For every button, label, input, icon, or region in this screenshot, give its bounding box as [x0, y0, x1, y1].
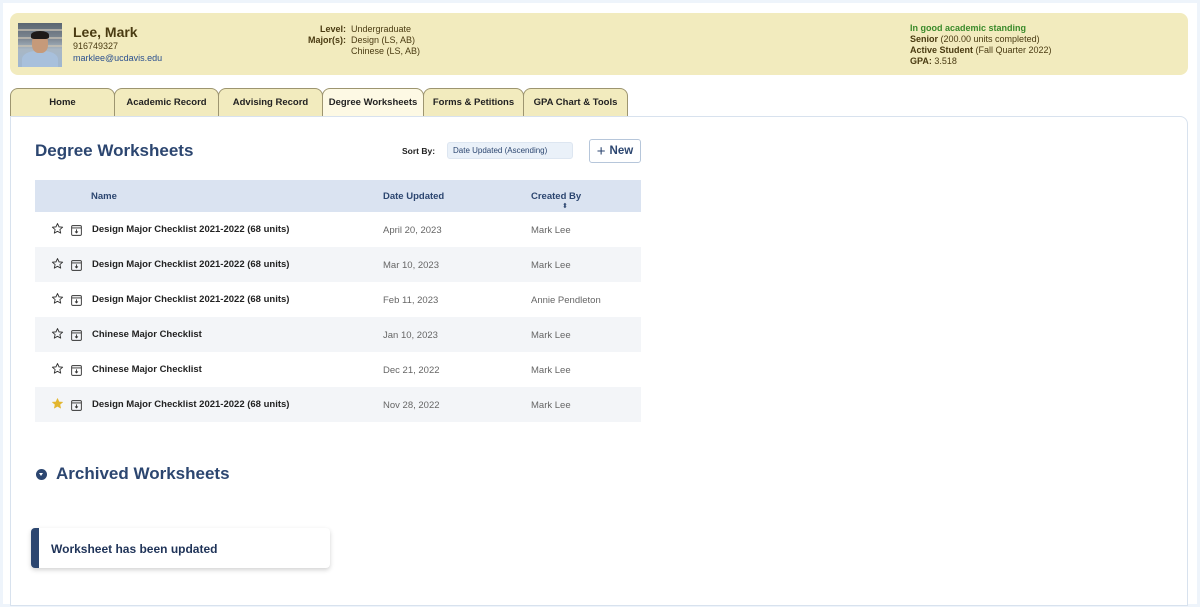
student-name: Lee, Mark — [73, 24, 138, 40]
toast-message: Worksheet has been updated — [51, 542, 218, 556]
tab-bar: Home Academic Record Advising Record Deg… — [10, 88, 628, 116]
archived-worksheets-toggle[interactable]: Archived Worksheets — [36, 464, 230, 484]
plus-icon: + — [596, 142, 606, 160]
student-header: Lee, Mark 916749327 marklee@ucdavis.edu … — [10, 13, 1188, 75]
date-updated: Jan 10, 2023 — [383, 330, 438, 341]
tab-degree-worksheets[interactable]: Degree Worksheets — [322, 88, 424, 116]
tab-home[interactable]: Home — [10, 88, 115, 116]
star-icon[interactable] — [51, 257, 64, 270]
sort-select[interactable]: Date Updated (Ascending) — [447, 142, 573, 159]
new-button-label: New — [609, 145, 634, 157]
sort-icon[interactable]: ⬍ — [562, 203, 568, 210]
level-label: Level: — [319, 24, 346, 34]
table-row[interactable]: Design Major Checklist 2021-2022 (68 uni… — [35, 212, 641, 247]
column-header-name[interactable]: Name — [91, 191, 117, 202]
major-item: Design (LS, AB) — [351, 35, 416, 45]
date-updated: Dec 21, 2022 — [383, 365, 440, 376]
status-block: In good academic standing Senior (200.00… — [910, 23, 1052, 67]
star-icon[interactable] — [51, 292, 64, 305]
table-header: Name Date Updated Created By ⬍ — [35, 180, 641, 212]
table-row[interactable]: Design Major Checklist 2021-2022 (68 uni… — [35, 282, 641, 317]
new-worksheet-button[interactable]: + New — [589, 139, 641, 163]
table-row[interactable]: Design Major Checklist 2021-2022 (68 uni… — [35, 247, 641, 282]
date-updated: Feb 11, 2023 — [383, 295, 439, 306]
created-by: Mark Lee — [531, 330, 571, 341]
archive-icon[interactable] — [71, 258, 82, 271]
created-by: Mark Lee — [531, 225, 571, 236]
class-standing: Senior (200.00 units completed) — [910, 34, 1040, 44]
student-id: 916749327 — [73, 41, 119, 51]
level-value: Undergraduate — [351, 24, 412, 34]
archived-worksheets-title: Archived Worksheets — [56, 464, 230, 483]
toast-notification: Worksheet has been updated — [31, 528, 330, 568]
tab-advising-record[interactable]: Advising Record — [218, 88, 323, 116]
gpa: GPA: 3.518 — [910, 56, 957, 66]
date-updated: Mar 10, 2023 — [383, 260, 439, 271]
archive-icon[interactable] — [71, 398, 82, 411]
worksheet-name-link[interactable]: Design Major Checklist 2021-2022 (68 uni… — [92, 294, 289, 305]
star-icon[interactable] — [51, 362, 64, 375]
student-email-link[interactable]: marklee@ucdavis.edu — [73, 53, 162, 63]
page-title: Degree Worksheets — [35, 141, 194, 160]
tab-gpa-chart-tools[interactable]: GPA Chart & Tools — [523, 88, 628, 116]
date-updated: April 20, 2023 — [383, 225, 442, 236]
table-row[interactable]: Design Major Checklist 2021-2022 (68 uni… — [35, 387, 641, 422]
major-item: Chinese (LS, AB) — [351, 46, 421, 56]
star-icon[interactable] — [51, 222, 64, 235]
active-status: Active Student (Fall Quarter 2022) — [910, 45, 1052, 55]
tab-academic-record[interactable]: Academic Record — [114, 88, 219, 116]
star-icon[interactable] — [51, 397, 64, 410]
majors-label: Major(s): — [308, 35, 346, 45]
star-icon[interactable] — [51, 327, 64, 340]
worksheet-name-link[interactable]: Design Major Checklist 2021-2022 (68 uni… — [92, 259, 289, 270]
avatar — [18, 23, 62, 67]
date-updated: Nov 28, 2022 — [383, 400, 440, 411]
worksheet-name-link[interactable]: Chinese Major Checklist — [92, 329, 202, 340]
worksheet-name-link[interactable]: Design Major Checklist 2021-2022 (68 uni… — [92, 224, 289, 235]
table-row[interactable]: Chinese Major Checklist Dec 21, 2022 Mark … — [35, 352, 641, 387]
table-row[interactable]: Chinese Major Checklist Jan 10, 2023 Mark … — [35, 317, 641, 352]
column-header-date-updated[interactable]: Date Updated — [383, 191, 444, 202]
archive-icon[interactable] — [71, 328, 82, 341]
sort-label: Sort By: — [402, 146, 436, 156]
column-header-created-by[interactable]: Created By — [531, 191, 581, 202]
created-by: Mark Lee — [531, 400, 571, 411]
tab-forms-petitions[interactable]: Forms & Petitions — [423, 88, 524, 116]
created-by: Mark Lee — [531, 365, 571, 376]
archive-icon[interactable] — [71, 293, 82, 306]
worksheet-name-link[interactable]: Design Major Checklist 2021-2022 (68 uni… — [92, 399, 289, 410]
created-by: Mark Lee — [531, 260, 571, 271]
created-by: Annie Pendleton — [531, 295, 601, 306]
worksheet-name-link[interactable]: Chinese Major Checklist — [92, 364, 202, 375]
archive-icon[interactable] — [71, 363, 82, 376]
chevron-down-circle-icon — [36, 468, 47, 480]
archive-icon[interactable] — [71, 223, 82, 236]
worksheets-table: Name Date Updated Created By ⬍ Design Ma… — [35, 180, 641, 422]
standing-status: In good academic standing — [910, 23, 1027, 33]
